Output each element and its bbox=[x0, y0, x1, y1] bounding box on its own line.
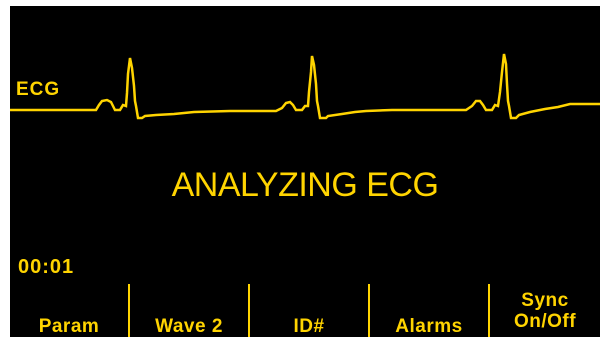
ecg-trace-line bbox=[10, 53, 600, 120]
ecg-waveform bbox=[10, 53, 600, 120]
softkey-alarms[interactable]: Alarms bbox=[370, 284, 488, 337]
softkey-sync-on-off[interactable]: Sync On/Off bbox=[490, 284, 600, 337]
softkey-alarms-label: Alarms bbox=[395, 316, 463, 337]
softkey-wave-2[interactable]: Wave 2 bbox=[130, 284, 248, 337]
monitor-display: ECG ANALYZING ECG 00:01 Param Wave 2 ID#… bbox=[10, 6, 600, 337]
monitor-screen: ECG ANALYZING ECG 00:01 Param Wave 2 ID#… bbox=[0, 0, 603, 337]
softkey-sync-label-line1: Sync bbox=[521, 289, 569, 311]
softkey-id[interactable]: ID# bbox=[250, 284, 368, 337]
softkey-param[interactable]: Param bbox=[10, 284, 128, 337]
analyzing-status-message: ANALYZING ECG bbox=[171, 166, 439, 204]
softkey-wave-2-label: Wave 2 bbox=[155, 316, 223, 337]
elapsed-time: 00:01 bbox=[18, 256, 75, 278]
softkey-sync-label-line2: On/Off bbox=[513, 310, 577, 332]
softkey-id-label: ID# bbox=[293, 316, 325, 337]
softkey-param-label: Param bbox=[38, 316, 100, 337]
